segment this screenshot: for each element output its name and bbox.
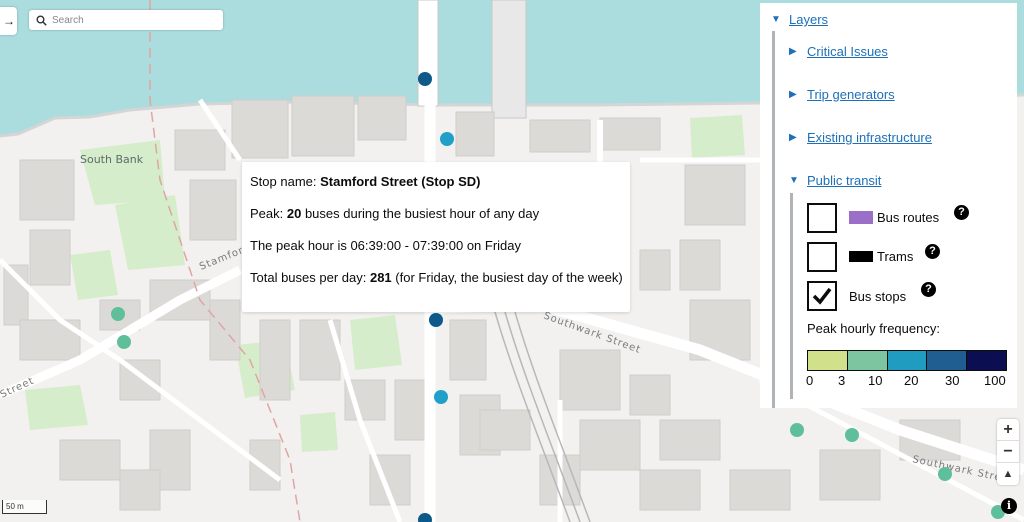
group-trip-generators[interactable]: ▶ Trip generators xyxy=(789,87,895,102)
stop-name: Stamford Street (Stop SD) xyxy=(320,174,481,189)
peak-line: Peak: 20 buses during the busiest hour o… xyxy=(250,206,540,221)
total-buses-line: Total buses per day: 281 (for Friday, th… xyxy=(250,270,623,285)
help-icon-bus-stops[interactable]: ? xyxy=(921,282,936,297)
search-box[interactable] xyxy=(29,10,223,30)
legend-tick: 30 xyxy=(945,373,960,388)
bus-routes-checkbox[interactable] xyxy=(807,203,837,233)
zoom-in-button[interactable]: + xyxy=(997,419,1019,441)
bus-stop[interactable] xyxy=(790,423,804,437)
legend-bin xyxy=(847,351,888,370)
bus-stop[interactable] xyxy=(117,335,131,349)
layers-toggle[interactable]: ▼ Layers xyxy=(771,12,828,27)
help-icon-trams[interactable]: ? xyxy=(925,244,940,259)
group-label[interactable]: Public transit xyxy=(807,173,881,188)
group-public-transit[interactable]: ▼ Public transit xyxy=(789,173,881,188)
legend-tick: 10 xyxy=(868,373,883,388)
legend-tick: 20 xyxy=(904,373,919,388)
help-icon-bus-routes[interactable]: ? xyxy=(954,205,969,220)
layers-title[interactable]: Layers xyxy=(789,12,828,27)
total-value: 281 xyxy=(369,270,392,285)
bus-stop[interactable] xyxy=(845,428,859,442)
group-label[interactable]: Critical Issues xyxy=(807,44,888,59)
bus-stop[interactable] xyxy=(418,72,432,86)
layers-rail xyxy=(772,31,775,408)
reset-north-button[interactable]: ▲ xyxy=(997,463,1019,485)
bus-stops-checkbox[interactable] xyxy=(807,281,837,311)
bus-stop[interactable] xyxy=(938,467,952,481)
search-icon xyxy=(36,15,47,26)
legend-bin xyxy=(927,351,968,370)
legend-bin xyxy=(967,351,1006,370)
trams-label: Trams xyxy=(849,249,913,264)
triangle-right-icon: ▶ xyxy=(789,132,797,143)
group-critical-issues[interactable]: ▶ Critical Issues xyxy=(789,44,888,59)
search-input[interactable] xyxy=(52,14,217,26)
bus-routes-label: Bus routes xyxy=(849,210,939,225)
trams-checkbox[interactable] xyxy=(807,242,837,272)
bus-stop[interactable] xyxy=(440,132,454,146)
legend-tick: 3 xyxy=(838,373,846,388)
collapse-sidebar-button[interactable]: → xyxy=(0,7,17,35)
group-existing-infrastructure[interactable]: ▶ Existing infrastructure xyxy=(789,130,932,145)
peak-hour-line: The peak hour is 06:39:00 - 07:39:00 on … xyxy=(250,238,522,253)
stop-name-line: Stop name: Stamford Street (Stop SD) xyxy=(250,174,481,189)
bus-stops-label: Bus stops xyxy=(849,289,907,304)
bus-stop[interactable] xyxy=(434,390,448,404)
legend-bin xyxy=(887,351,928,370)
info-icon[interactable]: i xyxy=(1001,498,1017,514)
group-label[interactable]: Existing infrastructure xyxy=(807,130,932,145)
legend-title: Peak hourly frequency: xyxy=(807,321,940,336)
arrow-right-icon: → xyxy=(3,14,15,28)
public-transit-rail xyxy=(790,193,793,399)
triangle-down-icon: ▼ xyxy=(789,175,799,186)
layers-panel: ▼ Layers ▶ Critical Issues ▶ Trip genera… xyxy=(760,3,1017,408)
triangle-right-icon: ▶ xyxy=(789,46,797,57)
trams-swatch xyxy=(849,251,873,262)
legend-tick: 0 xyxy=(806,373,814,388)
bus-stop-selected[interactable] xyxy=(429,313,443,327)
triangle-right-icon: ▶ xyxy=(789,89,797,100)
stop-info-popup: Stop name: Stamford Street (Stop SD) Pea… xyxy=(242,162,630,312)
group-label[interactable]: Trip generators xyxy=(807,87,895,102)
triangle-down-icon: ▼ xyxy=(771,14,781,25)
legend-tick: 100 xyxy=(984,373,1006,388)
scale-bar: 50 m xyxy=(2,500,47,514)
zoom-controls: + − ▲ xyxy=(997,419,1019,485)
legend-color-scale xyxy=(807,350,1007,371)
bus-routes-swatch xyxy=(849,211,873,224)
place-label-south-bank: South Bank xyxy=(80,153,144,166)
checkmark-icon xyxy=(812,287,832,305)
zoom-out-button[interactable]: − xyxy=(997,441,1019,463)
bus-stop[interactable] xyxy=(111,307,125,321)
peak-value: 20 xyxy=(286,206,302,221)
legend-bin xyxy=(808,351,848,370)
